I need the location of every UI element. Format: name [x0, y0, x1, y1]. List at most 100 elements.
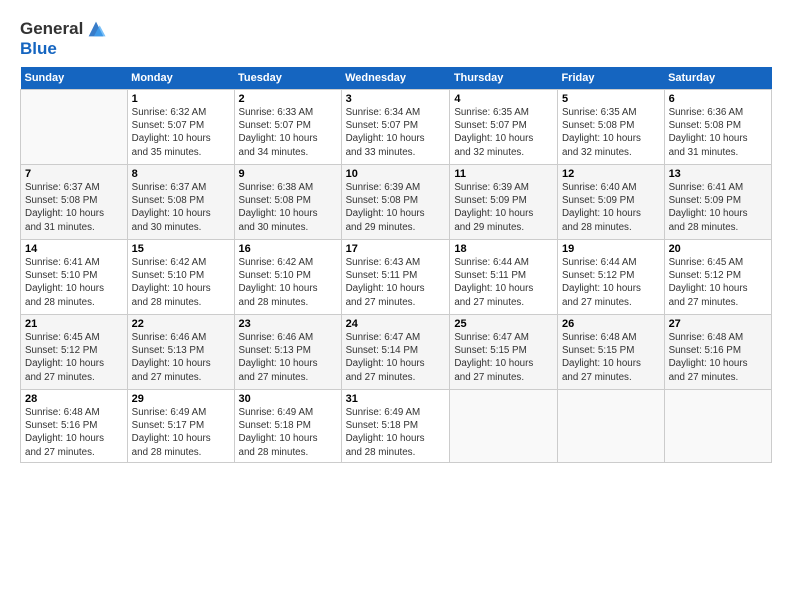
- calendar-cell: 13Sunrise: 6:41 AMSunset: 5:09 PMDayligh…: [664, 165, 771, 240]
- day-number: 14: [25, 243, 123, 255]
- week-row: 28Sunrise: 6:48 AMSunset: 5:16 PMDayligh…: [21, 390, 772, 463]
- calendar-cell: 1Sunrise: 6:32 AMSunset: 5:07 PMDaylight…: [127, 90, 234, 165]
- calendar-cell: 17Sunrise: 6:43 AMSunset: 5:11 PMDayligh…: [341, 240, 450, 315]
- day-number: 27: [669, 318, 767, 330]
- calendar-cell: 16Sunrise: 6:42 AMSunset: 5:10 PMDayligh…: [234, 240, 341, 315]
- calendar-cell: 28Sunrise: 6:48 AMSunset: 5:16 PMDayligh…: [21, 390, 128, 463]
- weekday-header-row: SundayMondayTuesdayWednesdayThursdayFrid…: [21, 67, 772, 90]
- day-number: 6: [669, 93, 767, 105]
- day-number: 10: [346, 168, 446, 180]
- day-number: 16: [239, 243, 337, 255]
- day-info: Sunrise: 6:48 AMSunset: 5:16 PMDaylight:…: [25, 406, 123, 459]
- day-info: Sunrise: 6:47 AMSunset: 5:14 PMDaylight:…: [346, 331, 446, 384]
- page: General Blue SundayMondayTuesdayWednesda…: [0, 0, 792, 612]
- calendar-cell: [557, 390, 664, 463]
- calendar-cell: 15Sunrise: 6:42 AMSunset: 5:10 PMDayligh…: [127, 240, 234, 315]
- calendar-cell: 12Sunrise: 6:40 AMSunset: 5:09 PMDayligh…: [557, 165, 664, 240]
- calendar-cell: 10Sunrise: 6:39 AMSunset: 5:08 PMDayligh…: [341, 165, 450, 240]
- day-number: 23: [239, 318, 337, 330]
- day-info: Sunrise: 6:42 AMSunset: 5:10 PMDaylight:…: [132, 256, 230, 309]
- day-info: Sunrise: 6:45 AMSunset: 5:12 PMDaylight:…: [669, 256, 767, 309]
- day-info: Sunrise: 6:34 AMSunset: 5:07 PMDaylight:…: [346, 106, 446, 159]
- day-number: 29: [132, 393, 230, 405]
- calendar-cell: 14Sunrise: 6:41 AMSunset: 5:10 PMDayligh…: [21, 240, 128, 315]
- calendar-cell: 22Sunrise: 6:46 AMSunset: 5:13 PMDayligh…: [127, 315, 234, 390]
- day-info: Sunrise: 6:40 AMSunset: 5:09 PMDaylight:…: [562, 181, 660, 234]
- week-row: 7Sunrise: 6:37 AMSunset: 5:08 PMDaylight…: [21, 165, 772, 240]
- day-info: Sunrise: 6:39 AMSunset: 5:09 PMDaylight:…: [454, 181, 553, 234]
- calendar-cell: 8Sunrise: 6:37 AMSunset: 5:08 PMDaylight…: [127, 165, 234, 240]
- day-info: Sunrise: 6:33 AMSunset: 5:07 PMDaylight:…: [239, 106, 337, 159]
- day-number: 1: [132, 93, 230, 105]
- logo: General Blue: [20, 18, 107, 59]
- calendar-cell: 30Sunrise: 6:49 AMSunset: 5:18 PMDayligh…: [234, 390, 341, 463]
- day-number: 25: [454, 318, 553, 330]
- day-info: Sunrise: 6:49 AMSunset: 5:17 PMDaylight:…: [132, 406, 230, 459]
- logo-icon: [85, 18, 107, 40]
- day-number: 26: [562, 318, 660, 330]
- weekday-header-monday: Monday: [127, 67, 234, 90]
- logo-general: General: [20, 20, 83, 39]
- day-info: Sunrise: 6:46 AMSunset: 5:13 PMDaylight:…: [132, 331, 230, 384]
- calendar-cell: 19Sunrise: 6:44 AMSunset: 5:12 PMDayligh…: [557, 240, 664, 315]
- day-number: 11: [454, 168, 553, 180]
- calendar: SundayMondayTuesdayWednesdayThursdayFrid…: [20, 67, 772, 463]
- header: General Blue: [20, 18, 772, 59]
- calendar-cell: [664, 390, 771, 463]
- calendar-cell: 18Sunrise: 6:44 AMSunset: 5:11 PMDayligh…: [450, 240, 558, 315]
- week-row: 14Sunrise: 6:41 AMSunset: 5:10 PMDayligh…: [21, 240, 772, 315]
- weekday-header-wednesday: Wednesday: [341, 67, 450, 90]
- day-info: Sunrise: 6:44 AMSunset: 5:12 PMDaylight:…: [562, 256, 660, 309]
- calendar-cell: 5Sunrise: 6:35 AMSunset: 5:08 PMDaylight…: [557, 90, 664, 165]
- day-info: Sunrise: 6:35 AMSunset: 5:07 PMDaylight:…: [454, 106, 553, 159]
- day-number: 13: [669, 168, 767, 180]
- weekday-header-tuesday: Tuesday: [234, 67, 341, 90]
- day-info: Sunrise: 6:48 AMSunset: 5:16 PMDaylight:…: [669, 331, 767, 384]
- day-number: 18: [454, 243, 553, 255]
- calendar-cell: 24Sunrise: 6:47 AMSunset: 5:14 PMDayligh…: [341, 315, 450, 390]
- day-number: 20: [669, 243, 767, 255]
- day-info: Sunrise: 6:45 AMSunset: 5:12 PMDaylight:…: [25, 331, 123, 384]
- calendar-cell: 29Sunrise: 6:49 AMSunset: 5:17 PMDayligh…: [127, 390, 234, 463]
- calendar-cell: 25Sunrise: 6:47 AMSunset: 5:15 PMDayligh…: [450, 315, 558, 390]
- day-number: 15: [132, 243, 230, 255]
- calendar-cell: 2Sunrise: 6:33 AMSunset: 5:07 PMDaylight…: [234, 90, 341, 165]
- day-number: 8: [132, 168, 230, 180]
- weekday-header-saturday: Saturday: [664, 67, 771, 90]
- weekday-header-sunday: Sunday: [21, 67, 128, 90]
- calendar-cell: 21Sunrise: 6:45 AMSunset: 5:12 PMDayligh…: [21, 315, 128, 390]
- calendar-cell: 4Sunrise: 6:35 AMSunset: 5:07 PMDaylight…: [450, 90, 558, 165]
- day-number: 9: [239, 168, 337, 180]
- day-info: Sunrise: 6:49 AMSunset: 5:18 PMDaylight:…: [346, 406, 446, 459]
- calendar-cell: [21, 90, 128, 165]
- day-info: Sunrise: 6:44 AMSunset: 5:11 PMDaylight:…: [454, 256, 553, 309]
- day-info: Sunrise: 6:41 AMSunset: 5:09 PMDaylight:…: [669, 181, 767, 234]
- day-info: Sunrise: 6:47 AMSunset: 5:15 PMDaylight:…: [454, 331, 553, 384]
- day-number: 30: [239, 393, 337, 405]
- day-info: Sunrise: 6:35 AMSunset: 5:08 PMDaylight:…: [562, 106, 660, 159]
- day-info: Sunrise: 6:46 AMSunset: 5:13 PMDaylight:…: [239, 331, 337, 384]
- calendar-cell: 31Sunrise: 6:49 AMSunset: 5:18 PMDayligh…: [341, 390, 450, 463]
- week-row: 1Sunrise: 6:32 AMSunset: 5:07 PMDaylight…: [21, 90, 772, 165]
- day-number: 17: [346, 243, 446, 255]
- day-info: Sunrise: 6:43 AMSunset: 5:11 PMDaylight:…: [346, 256, 446, 309]
- calendar-cell: 20Sunrise: 6:45 AMSunset: 5:12 PMDayligh…: [664, 240, 771, 315]
- day-number: 21: [25, 318, 123, 330]
- calendar-cell: 7Sunrise: 6:37 AMSunset: 5:08 PMDaylight…: [21, 165, 128, 240]
- day-number: 3: [346, 93, 446, 105]
- weekday-header-thursday: Thursday: [450, 67, 558, 90]
- day-number: 7: [25, 168, 123, 180]
- day-number: 31: [346, 393, 446, 405]
- calendar-cell: 9Sunrise: 6:38 AMSunset: 5:08 PMDaylight…: [234, 165, 341, 240]
- day-number: 4: [454, 93, 553, 105]
- day-info: Sunrise: 6:37 AMSunset: 5:08 PMDaylight:…: [132, 181, 230, 234]
- calendar-cell: 6Sunrise: 6:36 AMSunset: 5:08 PMDaylight…: [664, 90, 771, 165]
- day-number: 28: [25, 393, 123, 405]
- calendar-cell: 27Sunrise: 6:48 AMSunset: 5:16 PMDayligh…: [664, 315, 771, 390]
- calendar-cell: 26Sunrise: 6:48 AMSunset: 5:15 PMDayligh…: [557, 315, 664, 390]
- week-row: 21Sunrise: 6:45 AMSunset: 5:12 PMDayligh…: [21, 315, 772, 390]
- day-info: Sunrise: 6:37 AMSunset: 5:08 PMDaylight:…: [25, 181, 123, 234]
- day-info: Sunrise: 6:48 AMSunset: 5:15 PMDaylight:…: [562, 331, 660, 384]
- calendar-cell: 23Sunrise: 6:46 AMSunset: 5:13 PMDayligh…: [234, 315, 341, 390]
- day-number: 5: [562, 93, 660, 105]
